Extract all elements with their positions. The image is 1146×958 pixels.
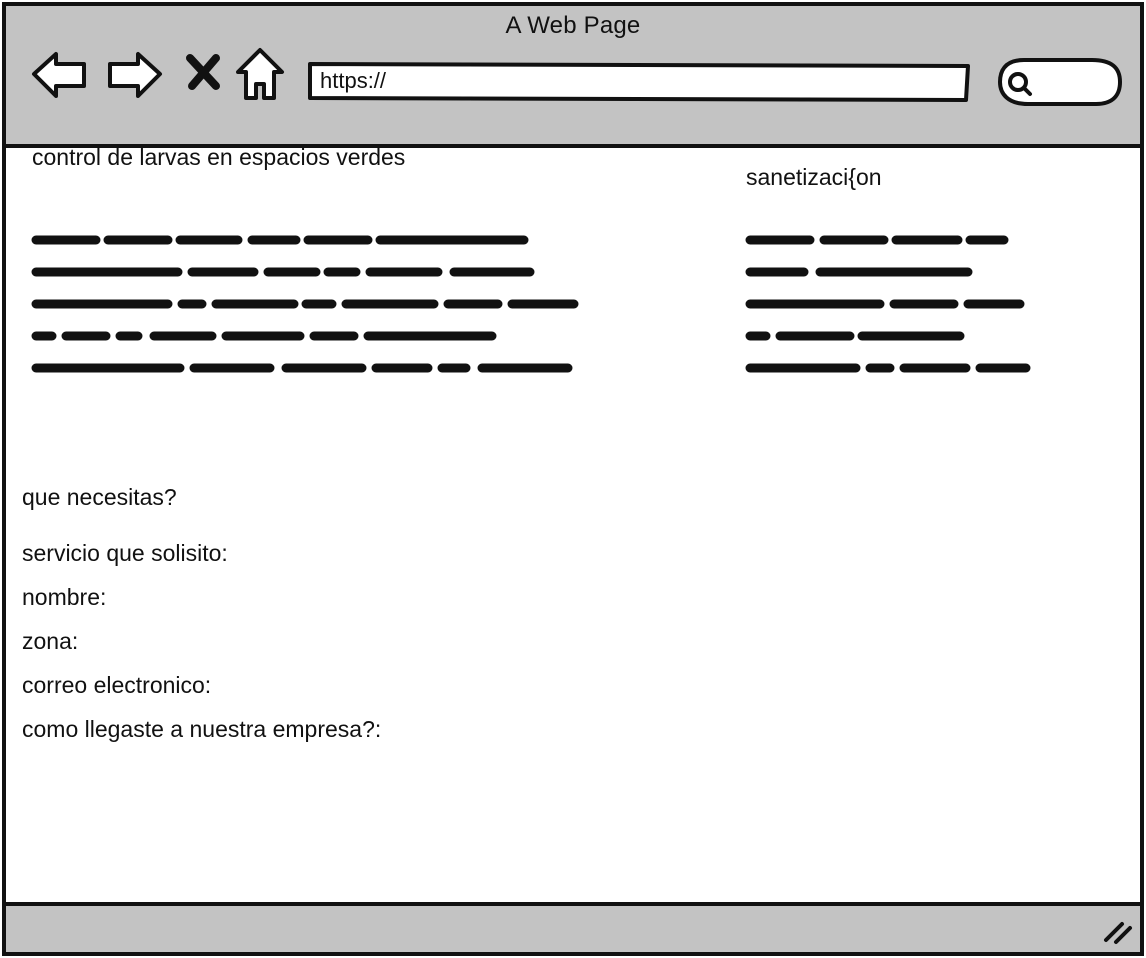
address-input[interactable]: https://	[320, 68, 386, 94]
browser-window: A Web Page https:// control de larvas en…	[0, 0, 1146, 958]
zone-field-label: zona:	[22, 628, 79, 654]
search-box[interactable]	[996, 56, 1124, 108]
address-bar[interactable]	[304, 58, 976, 106]
referral-field-label: como llegaste a nuestra empresa?:	[22, 716, 382, 742]
right-placeholder-text	[745, 235, 1031, 373]
home-icon[interactable]	[234, 46, 286, 102]
left-placeholder-text	[31, 235, 579, 373]
form-heading: que necesitas?	[22, 484, 177, 510]
right-heading: sanetizaci{on	[746, 164, 882, 190]
left-heading: control de larvas en espacios verdes	[32, 144, 406, 170]
forward-arrow-icon[interactable]	[104, 50, 164, 100]
service-field-label: servicio que solisito:	[22, 540, 228, 566]
status-bar	[2, 902, 1144, 956]
name-field-label: nombre:	[22, 584, 107, 610]
window-title: A Web Page	[505, 12, 641, 39]
close-x-icon[interactable]	[184, 52, 224, 92]
email-field-label: correo electronico:	[22, 672, 212, 698]
back-arrow-icon[interactable]	[30, 50, 90, 100]
